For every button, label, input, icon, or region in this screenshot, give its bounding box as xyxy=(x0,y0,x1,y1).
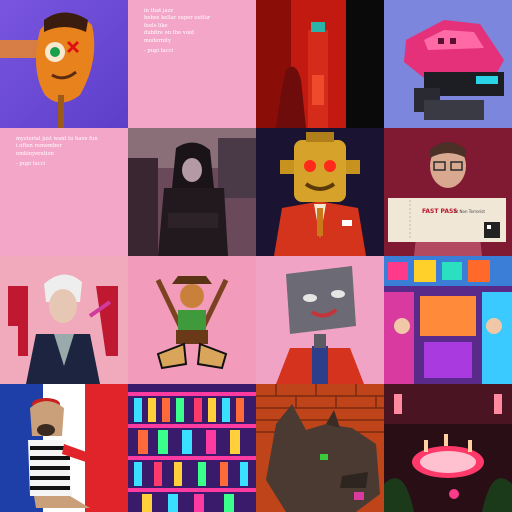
poem-line: dubfire on the void xyxy=(144,30,194,37)
poem-line: feels like xyxy=(144,22,168,29)
poem-tile[interactable]: in that jazz bebes kellar super outfar f… xyxy=(128,0,256,128)
gallery-tile[interactable] xyxy=(256,0,384,128)
nft-gallery-grid: in that jazz bebes kellar super outfar f… xyxy=(0,0,512,512)
gallery-tile[interactable] xyxy=(128,384,256,512)
gallery-tile[interactable] xyxy=(384,0,512,128)
poem-line: emkinyeration xyxy=(16,150,54,157)
grey-square-head-red-vest-icon xyxy=(256,256,384,384)
gallery-tile[interactable] xyxy=(128,256,256,384)
gallery-tile[interactable]: FAST PASS At Non Terrorist xyxy=(384,128,512,256)
poem-line: mysterial just want to have fun xyxy=(16,136,98,142)
gallery-tile[interactable] xyxy=(0,384,128,512)
poem-line: modernity xyxy=(144,37,171,44)
gallery-tile[interactable] xyxy=(128,128,256,256)
poem-tile[interactable]: mysterial just want to have fun i often … xyxy=(0,128,128,256)
poem-signature: - pupi lucci xyxy=(16,161,46,168)
gallery-tile[interactable] xyxy=(384,384,512,512)
poem-line: bebes kellar super outfar xyxy=(144,15,211,22)
pixel-dragon-brick-wall-icon xyxy=(256,384,384,512)
cowboy-with-rifles-cartoon-icon xyxy=(128,256,256,384)
gallery-tile[interactable] xyxy=(384,256,512,384)
poem-line: in that jazz xyxy=(144,8,174,14)
gold-robot-red-suit-portrait-icon xyxy=(256,128,384,256)
poem-line: i often remember xyxy=(16,143,62,150)
gallery-tile[interactable] xyxy=(256,384,384,512)
ticket-title: FAST PASS xyxy=(422,208,458,215)
gallery-tile[interactable] xyxy=(0,0,128,128)
pixel-pink-shark-goggles-icon xyxy=(384,0,512,128)
psychedelic-market-crowd-icon xyxy=(384,256,512,384)
white-hair-man-graffiti-icon xyxy=(0,256,128,384)
surreal-orange-face-portrait-icon xyxy=(0,0,128,128)
neon-shelves-pattern-icon xyxy=(128,384,256,512)
neon-pink-ballroom-icon xyxy=(384,384,512,512)
hooded-figure-street-photo-icon xyxy=(128,128,256,256)
gallery-tile[interactable] xyxy=(0,256,128,384)
gallery-tile[interactable] xyxy=(256,256,384,384)
ticket-subtitle: At Non Terrorist xyxy=(454,209,485,214)
french-bulldog-beret-icon xyxy=(0,384,128,512)
poem-signature: - pupi lucci xyxy=(144,48,174,55)
red-drink-abstract-icon xyxy=(256,0,384,128)
gallery-tile[interactable] xyxy=(256,128,384,256)
man-glasses-ticket-portrait-icon xyxy=(384,128,512,256)
